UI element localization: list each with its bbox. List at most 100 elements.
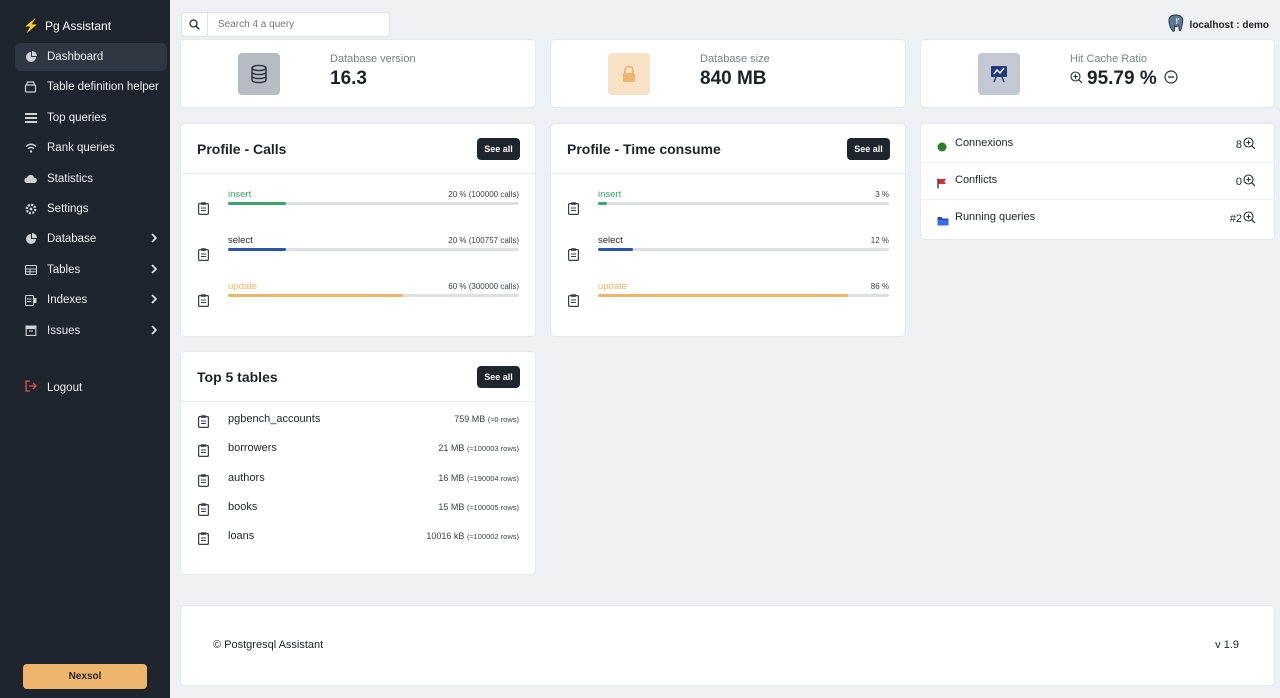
- sidebar-item-label: Table definition helper: [47, 81, 159, 94]
- nexsol-button[interactable]: Nexsol: [23, 664, 147, 689]
- sidebar-item-label: Settings: [47, 202, 89, 215]
- footer-copyright: © Postgresql Assistant: [213, 639, 324, 651]
- table-row[interactable]: borrowers 21 MB (≈100003 rows): [181, 439, 535, 463]
- card-title: Profile - Time consume: [567, 141, 721, 157]
- profile-name: select: [598, 235, 623, 246]
- status-value: #2: [1229, 213, 1242, 225]
- profile-value: 60 % (300000 calls): [448, 282, 519, 291]
- status-value-group: 8: [1236, 137, 1256, 153]
- chevron-right-icon: [151, 294, 158, 307]
- zoom-in-icon[interactable]: [1243, 174, 1256, 190]
- stat-label: Hit Cache Ratio: [1070, 53, 1148, 65]
- profile-row: insert 20 % (100000 calls): [181, 189, 535, 229]
- clipboard-icon: [198, 415, 210, 433]
- profile-row: select 20 % (100757 calls): [181, 235, 535, 275]
- sidebar-item-label: Tables: [47, 263, 81, 276]
- user-label: localhost : demo: [1189, 20, 1269, 31]
- sidebar-item-settings[interactable]: Settings: [15, 195, 167, 223]
- sidebar-item-issues[interactable]: Issues: [15, 317, 167, 345]
- table-size-group: 21 MB (≈100003 rows): [438, 443, 519, 453]
- see-all-button[interactable]: See all: [477, 366, 520, 388]
- progress-fill: [598, 294, 849, 297]
- chevron-right-icon: [151, 264, 158, 277]
- table-row[interactable]: pgbench_accounts 759 MB (≈0 rows): [181, 410, 535, 434]
- divider: [181, 401, 535, 402]
- table-size-group: 759 MB (≈0 rows): [454, 414, 519, 424]
- search-input[interactable]: [208, 19, 388, 30]
- postgres-elephant-icon: [1167, 14, 1184, 37]
- zoom-in-icon[interactable]: [1070, 68, 1083, 90]
- sidebar-item-statistics[interactable]: Statistics: [15, 165, 167, 193]
- sidebar-item-indexes[interactable]: Indexes: [15, 286, 167, 314]
- table-size: 15 MB: [438, 502, 465, 512]
- sidebar-item-tables[interactable]: Tables: [15, 256, 167, 284]
- folder-icon: [937, 213, 949, 231]
- green-dot-icon: [937, 139, 947, 157]
- sidebar-item-label: Rank queries: [47, 142, 115, 155]
- profile-time-card: Profile - Time consume See all insert 3 …: [551, 124, 905, 336]
- status-value: 0: [1235, 176, 1242, 188]
- presentation-chart-icon: [978, 53, 1020, 95]
- profile-row: select 12 %: [551, 235, 905, 275]
- card-title: Profile - Calls: [197, 141, 287, 157]
- chevron-right-icon: [151, 324, 158, 338]
- status-label: Running queries: [955, 211, 1036, 223]
- progress-fill: [228, 248, 287, 251]
- zoom-in-icon[interactable]: [1243, 211, 1256, 227]
- table-rows: (≈100003 rows): [466, 444, 519, 453]
- search-box: [181, 12, 390, 37]
- see-all-button[interactable]: See all: [477, 138, 520, 160]
- logout-link[interactable]: Logout: [24, 380, 82, 395]
- pie-chart-icon: [24, 51, 37, 64]
- profile-value: 86 %: [870, 282, 889, 291]
- status-value-group: 0: [1236, 174, 1256, 190]
- chevron-right-icon: [151, 233, 158, 246]
- clipboard-icon: [198, 202, 210, 220]
- app-title: Pg Assistant: [45, 19, 112, 33]
- table-rows: (≈100005 rows): [466, 503, 519, 512]
- progress-fill: [598, 248, 633, 251]
- status-row-running-queries: Running queries #2: [921, 200, 1274, 237]
- profile-name: select: [228, 235, 253, 246]
- table-rows: (≈100002 rows): [466, 532, 519, 541]
- progress-fill: [598, 202, 607, 205]
- table-name: borrowers: [228, 442, 277, 454]
- profile-value: 20 % (100757 calls): [448, 236, 519, 245]
- brand[interactable]: ⚡ Pg Assistant: [23, 18, 111, 34]
- table-size-group: 10016 kB (≈100002 rows): [426, 531, 519, 541]
- see-all-button[interactable]: See all: [847, 138, 890, 160]
- progress-track: [598, 294, 889, 297]
- table-row[interactable]: authors 16 MB (≈190004 rows): [181, 469, 535, 493]
- flag-icon: [937, 176, 947, 194]
- search-icon[interactable]: [182, 13, 208, 36]
- sidebar-item-rank-queries[interactable]: Rank queries: [15, 134, 167, 162]
- lock-icon: [608, 53, 650, 95]
- progress-track: [228, 248, 519, 251]
- clipboard-icon: [198, 532, 210, 550]
- user-info[interactable]: localhost : demo: [1167, 14, 1269, 37]
- table-row[interactable]: loans 10016 kB (≈100002 rows): [181, 527, 535, 551]
- sidebar-item-table-definition-helper[interactable]: Table definition helper: [15, 73, 167, 101]
- database-icon: [238, 53, 280, 95]
- sidebar-item-label: Top queries: [47, 111, 107, 124]
- sidebar-item-top-queries[interactable]: Top queries: [15, 104, 167, 132]
- sidebar-item-dashboard[interactable]: Dashboard: [15, 43, 167, 71]
- minus-circle-icon[interactable]: [1164, 68, 1178, 90]
- sidebar-item-database[interactable]: Database: [15, 225, 167, 253]
- zoom-in-icon[interactable]: [1243, 137, 1256, 153]
- pie-chart-icon: [24, 233, 37, 246]
- progress-track: [228, 294, 519, 297]
- table-size: 16 MB: [438, 473, 465, 483]
- divider: [181, 173, 535, 174]
- clipboard-icon: [568, 248, 580, 266]
- progress-fill: [228, 202, 287, 205]
- table-row[interactable]: books 15 MB (≈100005 rows): [181, 498, 535, 522]
- clipboard-icon: [198, 444, 210, 462]
- profile-row: update 86 %: [551, 281, 905, 321]
- progress-track: [598, 248, 889, 251]
- progress-track: [598, 202, 889, 205]
- table-size-group: 15 MB (≈100005 rows): [438, 502, 519, 512]
- sidebar-item-label: Statistics: [47, 172, 94, 185]
- table-size-group: 16 MB (≈190004 rows): [438, 473, 519, 483]
- sidebar-item-label: Dashboard: [47, 51, 104, 63]
